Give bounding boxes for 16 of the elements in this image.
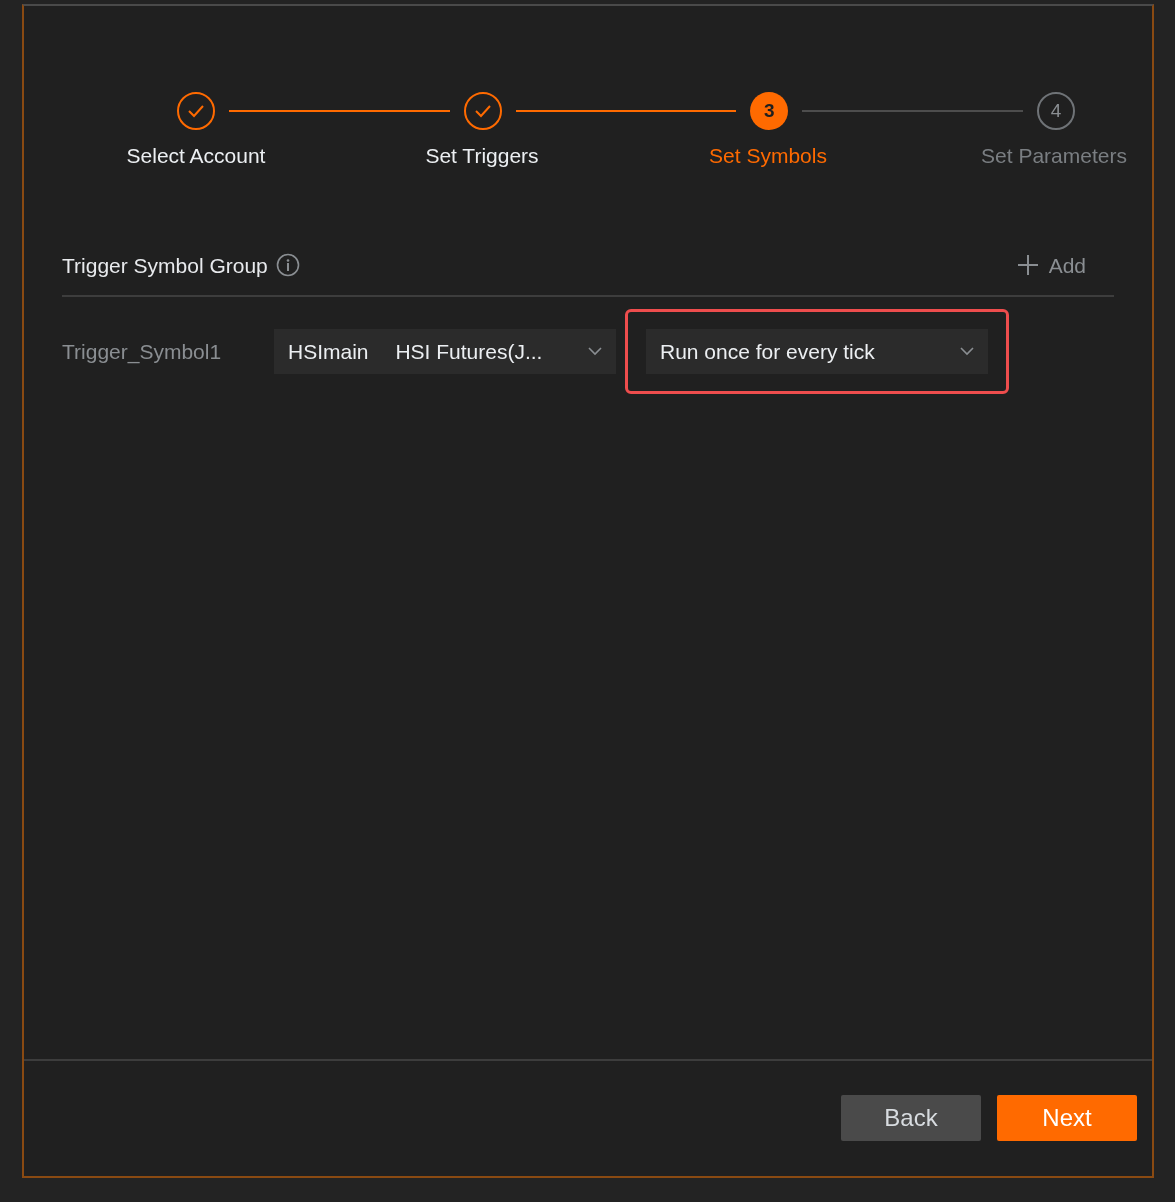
- back-button[interactable]: Back: [841, 1095, 981, 1141]
- chevron-down-icon: [588, 347, 602, 356]
- plus-icon: [1016, 254, 1039, 277]
- step-label[interactable]: Set Symbols: [709, 140, 827, 172]
- symbol-label: Trigger_Symbol1: [62, 338, 223, 366]
- step-label[interactable]: Set Triggers: [425, 140, 539, 172]
- step-label[interactable]: Set Parameters: [981, 140, 1127, 172]
- mode-dropdown[interactable]: Run once for every tick: [646, 329, 988, 374]
- step-number: 4: [1037, 92, 1075, 130]
- chevron-down-icon: [960, 347, 974, 356]
- section-title: Trigger Symbol Group: [62, 252, 268, 279]
- info-icon[interactable]: [275, 253, 300, 278]
- symbol-dropdown[interactable]: HSImain HSI Futures(J...: [274, 329, 616, 374]
- step-label[interactable]: Select Account: [126, 140, 266, 172]
- add-button[interactable]: Add: [1016, 249, 1114, 281]
- step-number: 3: [750, 92, 789, 130]
